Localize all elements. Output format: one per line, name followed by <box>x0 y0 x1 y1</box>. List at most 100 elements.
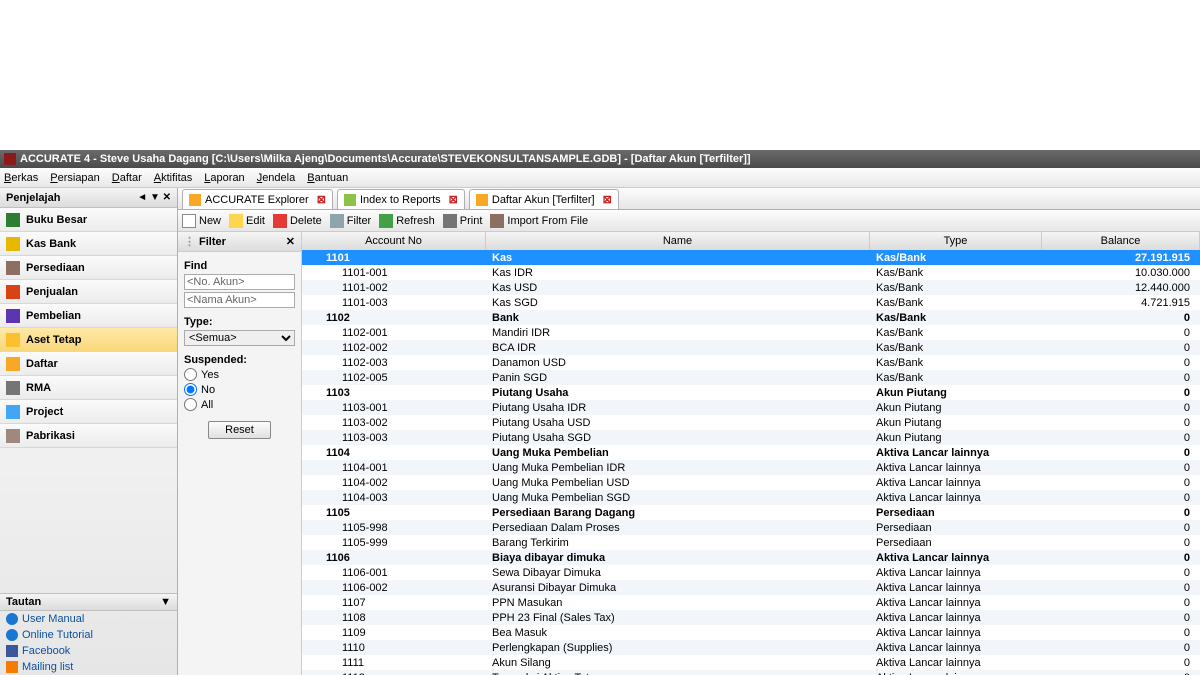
cell-balance: 0 <box>1042 342 1200 354</box>
table-row[interactable]: 1101-002Kas USDKas/Bank12.440.000 <box>302 280 1200 295</box>
sidebar-item-persediaan[interactable]: Persediaan <box>0 256 177 280</box>
table-row[interactable]: 1105-998Persediaan Dalam ProsesPersediaa… <box>302 520 1200 535</box>
filter-close-icon[interactable]: ✕ <box>286 235 295 248</box>
tab-2[interactable]: Daftar Akun [Terfilter]⊠ <box>469 189 619 209</box>
menu-aktifitas[interactable]: Aktifitas <box>154 172 193 184</box>
tab-1[interactable]: Index to Reports⊠ <box>337 189 465 209</box>
cell-balance: 0 <box>1042 657 1200 669</box>
tab-label: ACCURATE Explorer <box>205 194 309 206</box>
sidebar-item-daftar[interactable]: Daftar <box>0 352 177 376</box>
sidebar-item-label: RMA <box>26 382 51 394</box>
cell-account-no: 1106-001 <box>302 567 486 579</box>
import-button[interactable]: Import From File <box>490 214 588 228</box>
col-balance[interactable]: Balance <box>1042 232 1200 250</box>
table-row[interactable]: 1106-002Asuransi Dibayar DimukaAktiva La… <box>302 580 1200 595</box>
delete-icon <box>273 214 287 228</box>
tab-0[interactable]: ACCURATE Explorer ⊠ <box>182 189 333 209</box>
cell-account-no: 1103-001 <box>302 402 486 414</box>
table-row[interactable]: 1101-001Kas IDRKas/Bank10.030.000 <box>302 265 1200 280</box>
footer-collapse-icon[interactable]: ▼ <box>160 596 171 608</box>
menu-persiapan[interactable]: Persiapan <box>50 172 100 184</box>
link-facebook[interactable]: Facebook <box>0 643 177 659</box>
account-name-input[interactable] <box>184 292 295 308</box>
tab-close-icon[interactable]: ⊠ <box>603 193 612 206</box>
print-button[interactable]: Print <box>443 214 483 228</box>
table-row[interactable]: 1104-001Uang Muka Pembelian IDRAktiva La… <box>302 460 1200 475</box>
table-row[interactable]: 1104Uang Muka PembelianAktiva Lancar lai… <box>302 445 1200 460</box>
table-row[interactable]: 1105-999Barang TerkirimPersediaan0 <box>302 535 1200 550</box>
type-select[interactable]: <Semua> <box>184 330 295 346</box>
sidebar-item-pembelian[interactable]: Pembelian <box>0 304 177 328</box>
suspended-all-radio[interactable] <box>184 398 197 411</box>
filter-button[interactable]: Filter <box>330 214 371 228</box>
table-row[interactable]: 1105Persediaan Barang DagangPersediaan0 <box>302 505 1200 520</box>
table-row[interactable]: 1101KasKas/Bank27.191.915 <box>302 250 1200 265</box>
menu-bantuan[interactable]: Bantuan <box>307 172 348 184</box>
table-row[interactable]: 1111Akun SilangAktiva Lancar lainnya0 <box>302 655 1200 670</box>
menu-jendela[interactable]: Jendela <box>257 172 296 184</box>
menu-laporan[interactable]: Laporan <box>204 172 244 184</box>
import-icon <box>490 214 504 228</box>
sidebar-item-label: Penjualan <box>26 286 78 298</box>
link-mailing-list[interactable]: Mailing list <box>0 659 177 675</box>
tab-icon <box>189 194 201 206</box>
sidebar: Penjelajah ◄ ▼ ✕ Buku BesarKas BankPerse… <box>0 188 178 675</box>
table-row[interactable]: 1104-003Uang Muka Pembelian SGDAktiva La… <box>302 490 1200 505</box>
table-row[interactable]: 1103-003Piutang Usaha SGDAkun Piutang0 <box>302 430 1200 445</box>
table-row[interactable]: 1112Transaksi Aktiva TetapAktiva Lancar … <box>302 670 1200 675</box>
table-row[interactable]: 1103-002Piutang Usaha USDAkun Piutang0 <box>302 415 1200 430</box>
col-account-no[interactable]: Account No <box>302 232 486 250</box>
type-label: Type: <box>184 316 295 328</box>
table-row[interactable]: 1102-001Mandiri IDRKas/Bank0 <box>302 325 1200 340</box>
print-label: Print <box>460 215 483 227</box>
refresh-button[interactable]: Refresh <box>379 214 435 228</box>
cell-name: Piutang Usaha USD <box>486 417 870 429</box>
delete-button[interactable]: Delete <box>273 214 322 228</box>
suspended-yes-radio[interactable] <box>184 368 197 381</box>
sidebar-item-rma[interactable]: RMA <box>0 376 177 400</box>
sidebar-item-kas-bank[interactable]: Kas Bank <box>0 232 177 256</box>
table-row[interactable]: 1102-003Danamon USDKas/Bank0 <box>302 355 1200 370</box>
tab-close-icon[interactable]: ⊠ <box>449 193 458 206</box>
menu-bar[interactable]: Berkas Persiapan Daftar Aktifitas Laporan Jen… <box>0 168 1200 188</box>
account-no-input[interactable] <box>184 274 295 290</box>
table-row[interactable]: 1103-001Piutang Usaha IDRAkun Piutang0 <box>302 400 1200 415</box>
grip-icon[interactable]: ⋮ <box>184 235 195 248</box>
table-row[interactable]: 1104-002Uang Muka Pembelian USDAktiva La… <box>302 475 1200 490</box>
suspended-no-radio[interactable] <box>184 383 197 396</box>
sidebar-item-pabrikasi[interactable]: Pabrikasi <box>0 424 177 448</box>
sidebar-item-penjualan[interactable]: Penjualan <box>0 280 177 304</box>
sidebar-item-aset-tetap[interactable]: Aset Tetap <box>0 328 177 352</box>
cell-name: Biaya dibayar dimuka <box>486 552 870 564</box>
table-row[interactable]: 1101-003Kas SGDKas/Bank4.721.915 <box>302 295 1200 310</box>
cell-account-no: 1109 <box>302 627 486 639</box>
new-button[interactable]: New <box>182 214 221 228</box>
table-row[interactable]: 1103Piutang UsahaAkun Piutang0 <box>302 385 1200 400</box>
col-name[interactable]: Name <box>486 232 870 250</box>
cell-balance: 4.721.915 <box>1042 297 1200 309</box>
table-row[interactable]: 1108PPH 23 Final (Sales Tax)Aktiva Lanca… <box>302 610 1200 625</box>
cell-account-no: 1102-002 <box>302 342 486 354</box>
table-row[interactable]: 1102-005Panin SGDKas/Bank0 <box>302 370 1200 385</box>
menu-berkas[interactable]: Berkas <box>4 172 38 184</box>
cell-type: Kas/Bank <box>870 252 1042 264</box>
menu-daftar[interactable]: Daftar <box>112 172 142 184</box>
link-user-manual[interactable]: User Manual <box>0 611 177 627</box>
table-row[interactable]: 1106-001Sewa Dibayar DimukaAktiva Lancar… <box>302 565 1200 580</box>
sidebar-controls[interactable]: ◄ ▼ ✕ <box>137 192 171 203</box>
col-type[interactable]: Type <box>870 232 1042 250</box>
table-row[interactable]: 1102-002BCA IDRKas/Bank0 <box>302 340 1200 355</box>
reset-button[interactable]: Reset <box>208 421 271 439</box>
table-row[interactable]: 1102BankKas/Bank0 <box>302 310 1200 325</box>
sidebar-item-project[interactable]: Project <box>0 400 177 424</box>
table-row[interactable]: 1106Biaya dibayar dimukaAktiva Lancar la… <box>302 550 1200 565</box>
table-row[interactable]: 1107PPN MasukanAktiva Lancar lainnya0 <box>302 595 1200 610</box>
links-title: Tautan <box>6 596 41 608</box>
accounts-grid[interactable]: Account No Name Type Balance 1101KasKas/… <box>302 232 1200 675</box>
link-online-tutorial[interactable]: Online Tutorial <box>0 627 177 643</box>
edit-button[interactable]: Edit <box>229 214 265 228</box>
table-row[interactable]: 1109Bea MasukAktiva Lancar lainnya0 <box>302 625 1200 640</box>
tab-close-icon[interactable]: ⊠ <box>317 193 326 206</box>
table-row[interactable]: 1110Perlengkapan (Supplies)Aktiva Lancar… <box>302 640 1200 655</box>
sidebar-item-buku-besar[interactable]: Buku Besar <box>0 208 177 232</box>
